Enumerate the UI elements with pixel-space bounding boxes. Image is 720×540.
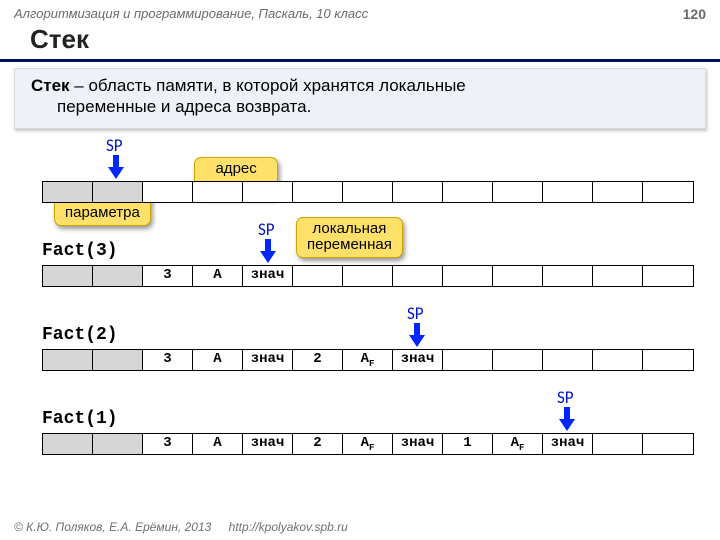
header-bar: Алгоритмизация и программирование, Паска… bbox=[0, 0, 720, 22]
footer-copyright: © К.Ю. Поляков, Е.А. Ерёмин, 2013 bbox=[14, 520, 211, 534]
stack-cell bbox=[493, 266, 543, 286]
stack-cell bbox=[593, 266, 643, 286]
fact-1-label: Fact(1) bbox=[42, 409, 118, 429]
arrow-down-icon bbox=[108, 155, 124, 179]
page-number: 120 bbox=[683, 6, 706, 22]
stack-cell bbox=[443, 182, 493, 202]
stack-cell: 3 bbox=[143, 266, 193, 286]
stack-cell: A bbox=[193, 350, 243, 370]
stack-cell bbox=[593, 434, 643, 454]
stack-cell bbox=[43, 266, 93, 286]
stack-cell bbox=[43, 182, 93, 202]
stack-cell bbox=[393, 182, 443, 202]
stack-cell: 3 bbox=[143, 350, 193, 370]
footer-link[interactable]: http://kpolyakov.spb.ru bbox=[229, 520, 348, 534]
stack-cell: AF bbox=[343, 350, 393, 370]
stack-cell bbox=[643, 434, 693, 454]
stack-cell bbox=[93, 182, 143, 202]
definition-text-1: – область памяти, в которой хранятся лок… bbox=[70, 76, 466, 95]
stack-cell: 3 bbox=[143, 434, 193, 454]
definition-box: Стек – область памяти, в которой хранятс… bbox=[14, 68, 706, 129]
stack-cell: 2 bbox=[293, 350, 343, 370]
stack-cell bbox=[443, 350, 493, 370]
stack-cell bbox=[93, 266, 143, 286]
stack-cell bbox=[643, 182, 693, 202]
page-title: Стек bbox=[0, 22, 720, 62]
stack-cell bbox=[293, 266, 343, 286]
stack-cell bbox=[393, 266, 443, 286]
stack-cell bbox=[343, 182, 393, 202]
stack-cell bbox=[343, 266, 393, 286]
stack-cell bbox=[593, 182, 643, 202]
callout-local-variable: локальнаяпеременная bbox=[296, 217, 403, 258]
stack-row-empty bbox=[42, 181, 694, 203]
stack-cell: знач bbox=[393, 350, 443, 370]
stack-cell bbox=[543, 350, 593, 370]
stack-cell: знач bbox=[543, 434, 593, 454]
sp-label-2: SP bbox=[407, 303, 424, 324]
footer: © К.Ю. Поляков, Е.А. Ерёмин, 2013 http:/… bbox=[14, 520, 348, 534]
stack-cell: знач bbox=[243, 266, 293, 286]
sp-label-0: SP bbox=[106, 135, 123, 156]
stack-cell bbox=[243, 182, 293, 202]
stack-row-fact2: 3Aзнач2AFзнач bbox=[42, 349, 694, 371]
stack-row-fact3: 3Aзнач bbox=[42, 265, 694, 287]
sp-label-3: SP bbox=[557, 387, 574, 408]
stack-cell bbox=[193, 182, 243, 202]
stack-cell bbox=[593, 350, 643, 370]
arrow-down-icon bbox=[260, 239, 276, 263]
stack-cell bbox=[293, 182, 343, 202]
stack-cell bbox=[643, 266, 693, 286]
sp-label-1: SP bbox=[258, 219, 275, 240]
definition-text-2: переменные и адреса возврата. bbox=[31, 96, 689, 117]
arrow-down-icon bbox=[559, 407, 575, 431]
stack-cell bbox=[543, 182, 593, 202]
fact-2-label: Fact(2) bbox=[42, 325, 118, 345]
stack-cell bbox=[443, 266, 493, 286]
stack-cell bbox=[493, 350, 543, 370]
stack-cell: A bbox=[193, 266, 243, 286]
stack-cell: знач bbox=[243, 350, 293, 370]
breadcrumb: Алгоритмизация и программирование, Паска… bbox=[14, 6, 368, 22]
stack-cell bbox=[143, 182, 193, 202]
stack-cell: A bbox=[193, 434, 243, 454]
stack-cell: 2 bbox=[293, 434, 343, 454]
fact-3-label: Fact(3) bbox=[42, 241, 118, 261]
stack-cell bbox=[643, 350, 693, 370]
definition-term: Стек bbox=[31, 76, 70, 95]
stack-cell: знач bbox=[393, 434, 443, 454]
stack-cell: AF bbox=[493, 434, 543, 454]
arrow-down-icon bbox=[409, 323, 425, 347]
stack-cell: 1 bbox=[443, 434, 493, 454]
stack-cell: AF bbox=[343, 434, 393, 454]
stack-cell: знач bbox=[243, 434, 293, 454]
stack-row-fact1: 3Aзнач2AFзнач1AFзнач bbox=[42, 433, 694, 455]
stack-cell bbox=[543, 266, 593, 286]
stack-cell bbox=[93, 350, 143, 370]
stack-cell bbox=[43, 434, 93, 454]
stack-cell bbox=[493, 182, 543, 202]
stack-cell bbox=[93, 434, 143, 454]
stack-cell bbox=[43, 350, 93, 370]
